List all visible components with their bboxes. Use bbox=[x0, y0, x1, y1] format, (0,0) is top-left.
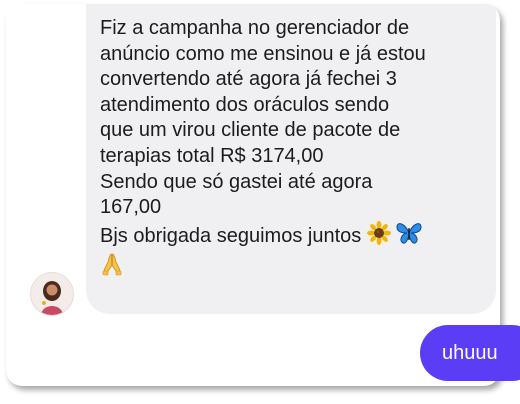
message-line-emoji bbox=[100, 252, 480, 284]
sent-message-bubble[interactable]: uhuuu bbox=[420, 325, 520, 381]
message-line: Bjs obrigada seguimos juntos bbox=[100, 224, 362, 247]
message-line: terapias total R$ 3174,00 bbox=[100, 144, 324, 167]
folded-hands-icon bbox=[100, 252, 124, 284]
chat-panel: Fiz a campanha no gerenciador de anúncio… bbox=[6, 4, 500, 386]
message-line-with-emoji: Bjs obrigada seguimos juntos bbox=[100, 220, 480, 253]
message-line: anúncio como me ensinou e já estou bbox=[100, 42, 426, 65]
sender-avatar[interactable] bbox=[30, 272, 74, 316]
received-message-text: Fiz a campanha no gerenciador de anúncio… bbox=[100, 16, 480, 284]
message-line: 167,00 bbox=[100, 196, 162, 219]
message-line: atendimento dos oráculos sendo bbox=[100, 93, 390, 116]
message-line: convertendo até agora já fechei 3 bbox=[100, 68, 397, 91]
sunflower-icon bbox=[366, 220, 391, 253]
message-line: Sendo que só gastei até agora bbox=[100, 170, 373, 193]
message-line: que um virou cliente de pacote de bbox=[100, 119, 401, 142]
butterfly-icon bbox=[396, 221, 422, 253]
message-line: Fiz a campanha no gerenciador de bbox=[100, 17, 410, 39]
sent-message-text: uhuuu bbox=[442, 342, 498, 364]
